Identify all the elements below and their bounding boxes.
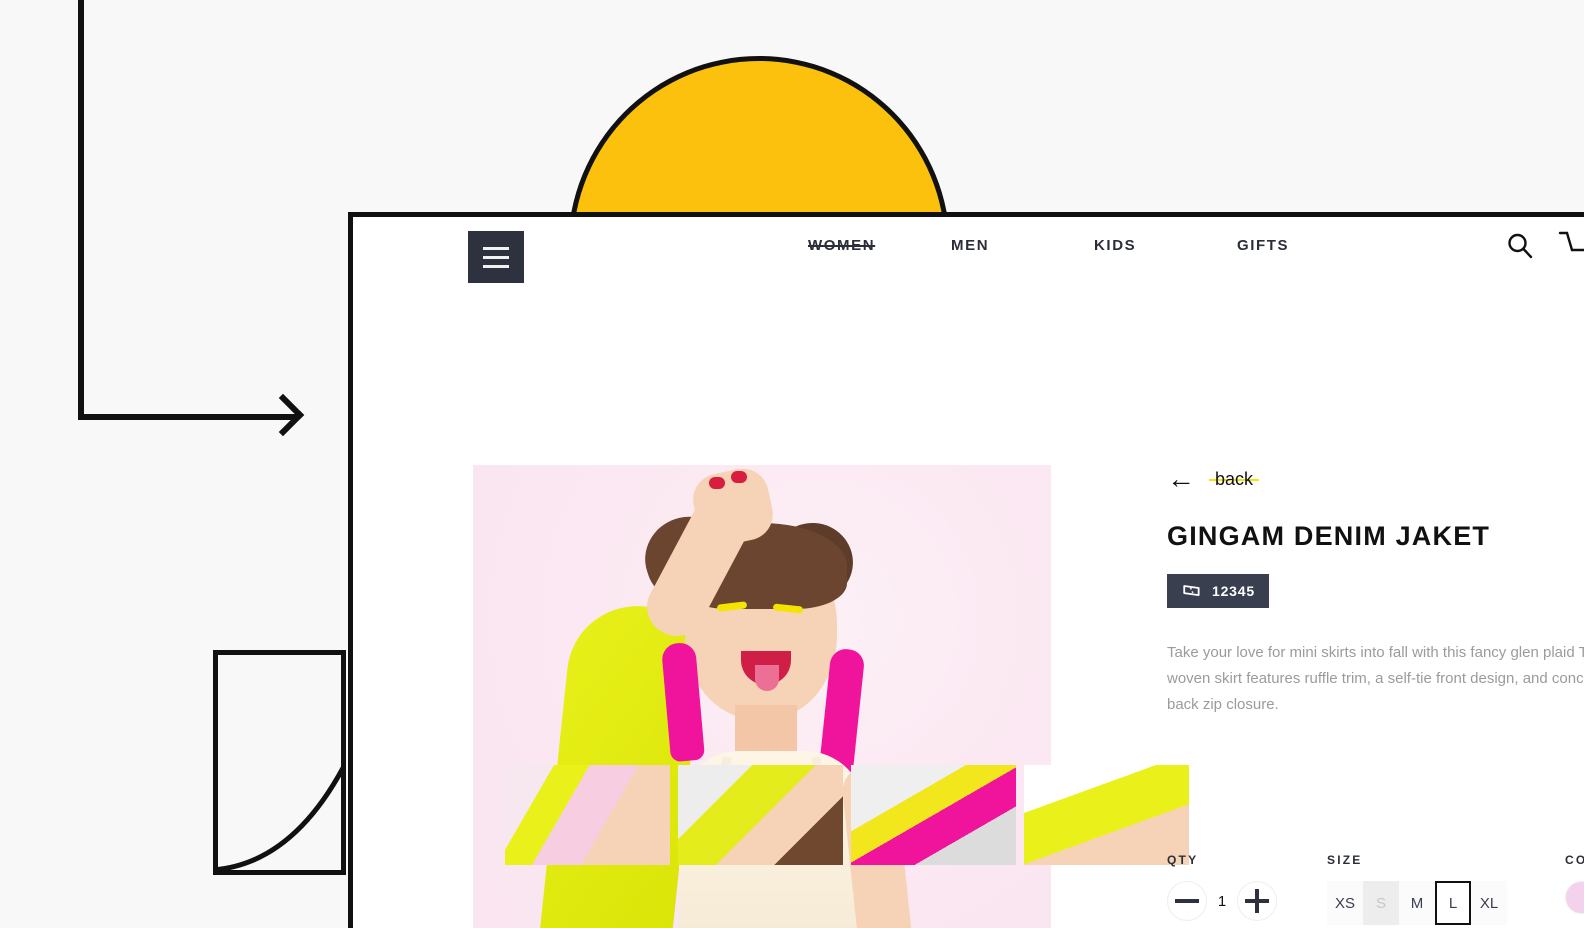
site-window: WOMEN MEN KIDS GIFTS ← back GINGAM DENIM… bbox=[348, 212, 1584, 928]
thumbnail-item[interactable] bbox=[505, 765, 670, 865]
arrow-left-icon: ← bbox=[1167, 463, 1195, 494]
color-swatch-pink[interactable] bbox=[1565, 881, 1584, 914]
size-option-xl[interactable]: XL bbox=[1471, 881, 1507, 925]
detail-column: ← back GINGAM DENIM JAKET 12345 Take you… bbox=[1167, 465, 1584, 718]
badge-number: 12345 bbox=[1212, 583, 1255, 599]
size-selector: SIZE XS S M L XL bbox=[1327, 853, 1507, 925]
color-label: COLOR bbox=[1565, 853, 1584, 867]
qty-label: QTY bbox=[1167, 853, 1199, 867]
search-icon[interactable] bbox=[1505, 231, 1535, 266]
size-label: SIZE bbox=[1327, 853, 1363, 867]
qty-decrease-button[interactable] bbox=[1167, 881, 1207, 921]
thumbnail-strip bbox=[505, 765, 1189, 865]
back-link-label: back bbox=[1209, 468, 1260, 490]
decorative-l-line bbox=[78, 0, 298, 420]
product-description: Take your love for mini skirts into fall… bbox=[1167, 644, 1584, 713]
size-option-s: S bbox=[1363, 881, 1399, 925]
qty-value: 1 bbox=[1217, 892, 1227, 910]
nav-item-gifts[interactable]: GIFTS bbox=[1237, 235, 1380, 257]
back-link[interactable]: ← back bbox=[1167, 465, 1584, 493]
thumbnail-item[interactable] bbox=[1024, 765, 1189, 865]
product-options: QTY 1 SIZE XS S M L XL C bbox=[1167, 853, 1584, 925]
quantity-stepper: QTY 1 bbox=[1167, 853, 1293, 925]
thumbnail-item[interactable] bbox=[851, 765, 1016, 865]
nav-item-kids[interactable]: KIDS bbox=[1094, 235, 1237, 257]
nav-item-men[interactable]: MEN bbox=[951, 235, 1094, 257]
page-title: GINGAM DENIM JAKET bbox=[1167, 521, 1491, 551]
status-badge: 12345 bbox=[1167, 574, 1269, 608]
page-root: WOMEN MEN KIDS GIFTS ← back GINGAM DENIM… bbox=[0, 0, 1584, 928]
color-selector: COLOR bbox=[1565, 853, 1584, 925]
size-option-m[interactable]: M bbox=[1399, 881, 1435, 925]
top-navigation: WOMEN MEN KIDS GIFTS bbox=[353, 217, 1584, 297]
decorative-arc bbox=[213, 650, 345, 876]
nav-item-women[interactable]: WOMEN bbox=[808, 235, 951, 257]
plus-icon bbox=[1245, 889, 1269, 913]
nav-links: WOMEN MEN KIDS GIFTS bbox=[808, 235, 1380, 257]
size-option-xs[interactable]: XS bbox=[1327, 881, 1363, 925]
size-option-l[interactable]: L bbox=[1435, 881, 1471, 925]
thumbnail-item[interactable] bbox=[678, 765, 843, 865]
ticket-icon bbox=[1181, 583, 1203, 599]
hamburger-icon[interactable] bbox=[468, 231, 524, 283]
qty-increase-button[interactable] bbox=[1237, 881, 1277, 921]
cart-icon-partial[interactable] bbox=[1558, 229, 1584, 271]
minus-icon bbox=[1175, 899, 1199, 903]
